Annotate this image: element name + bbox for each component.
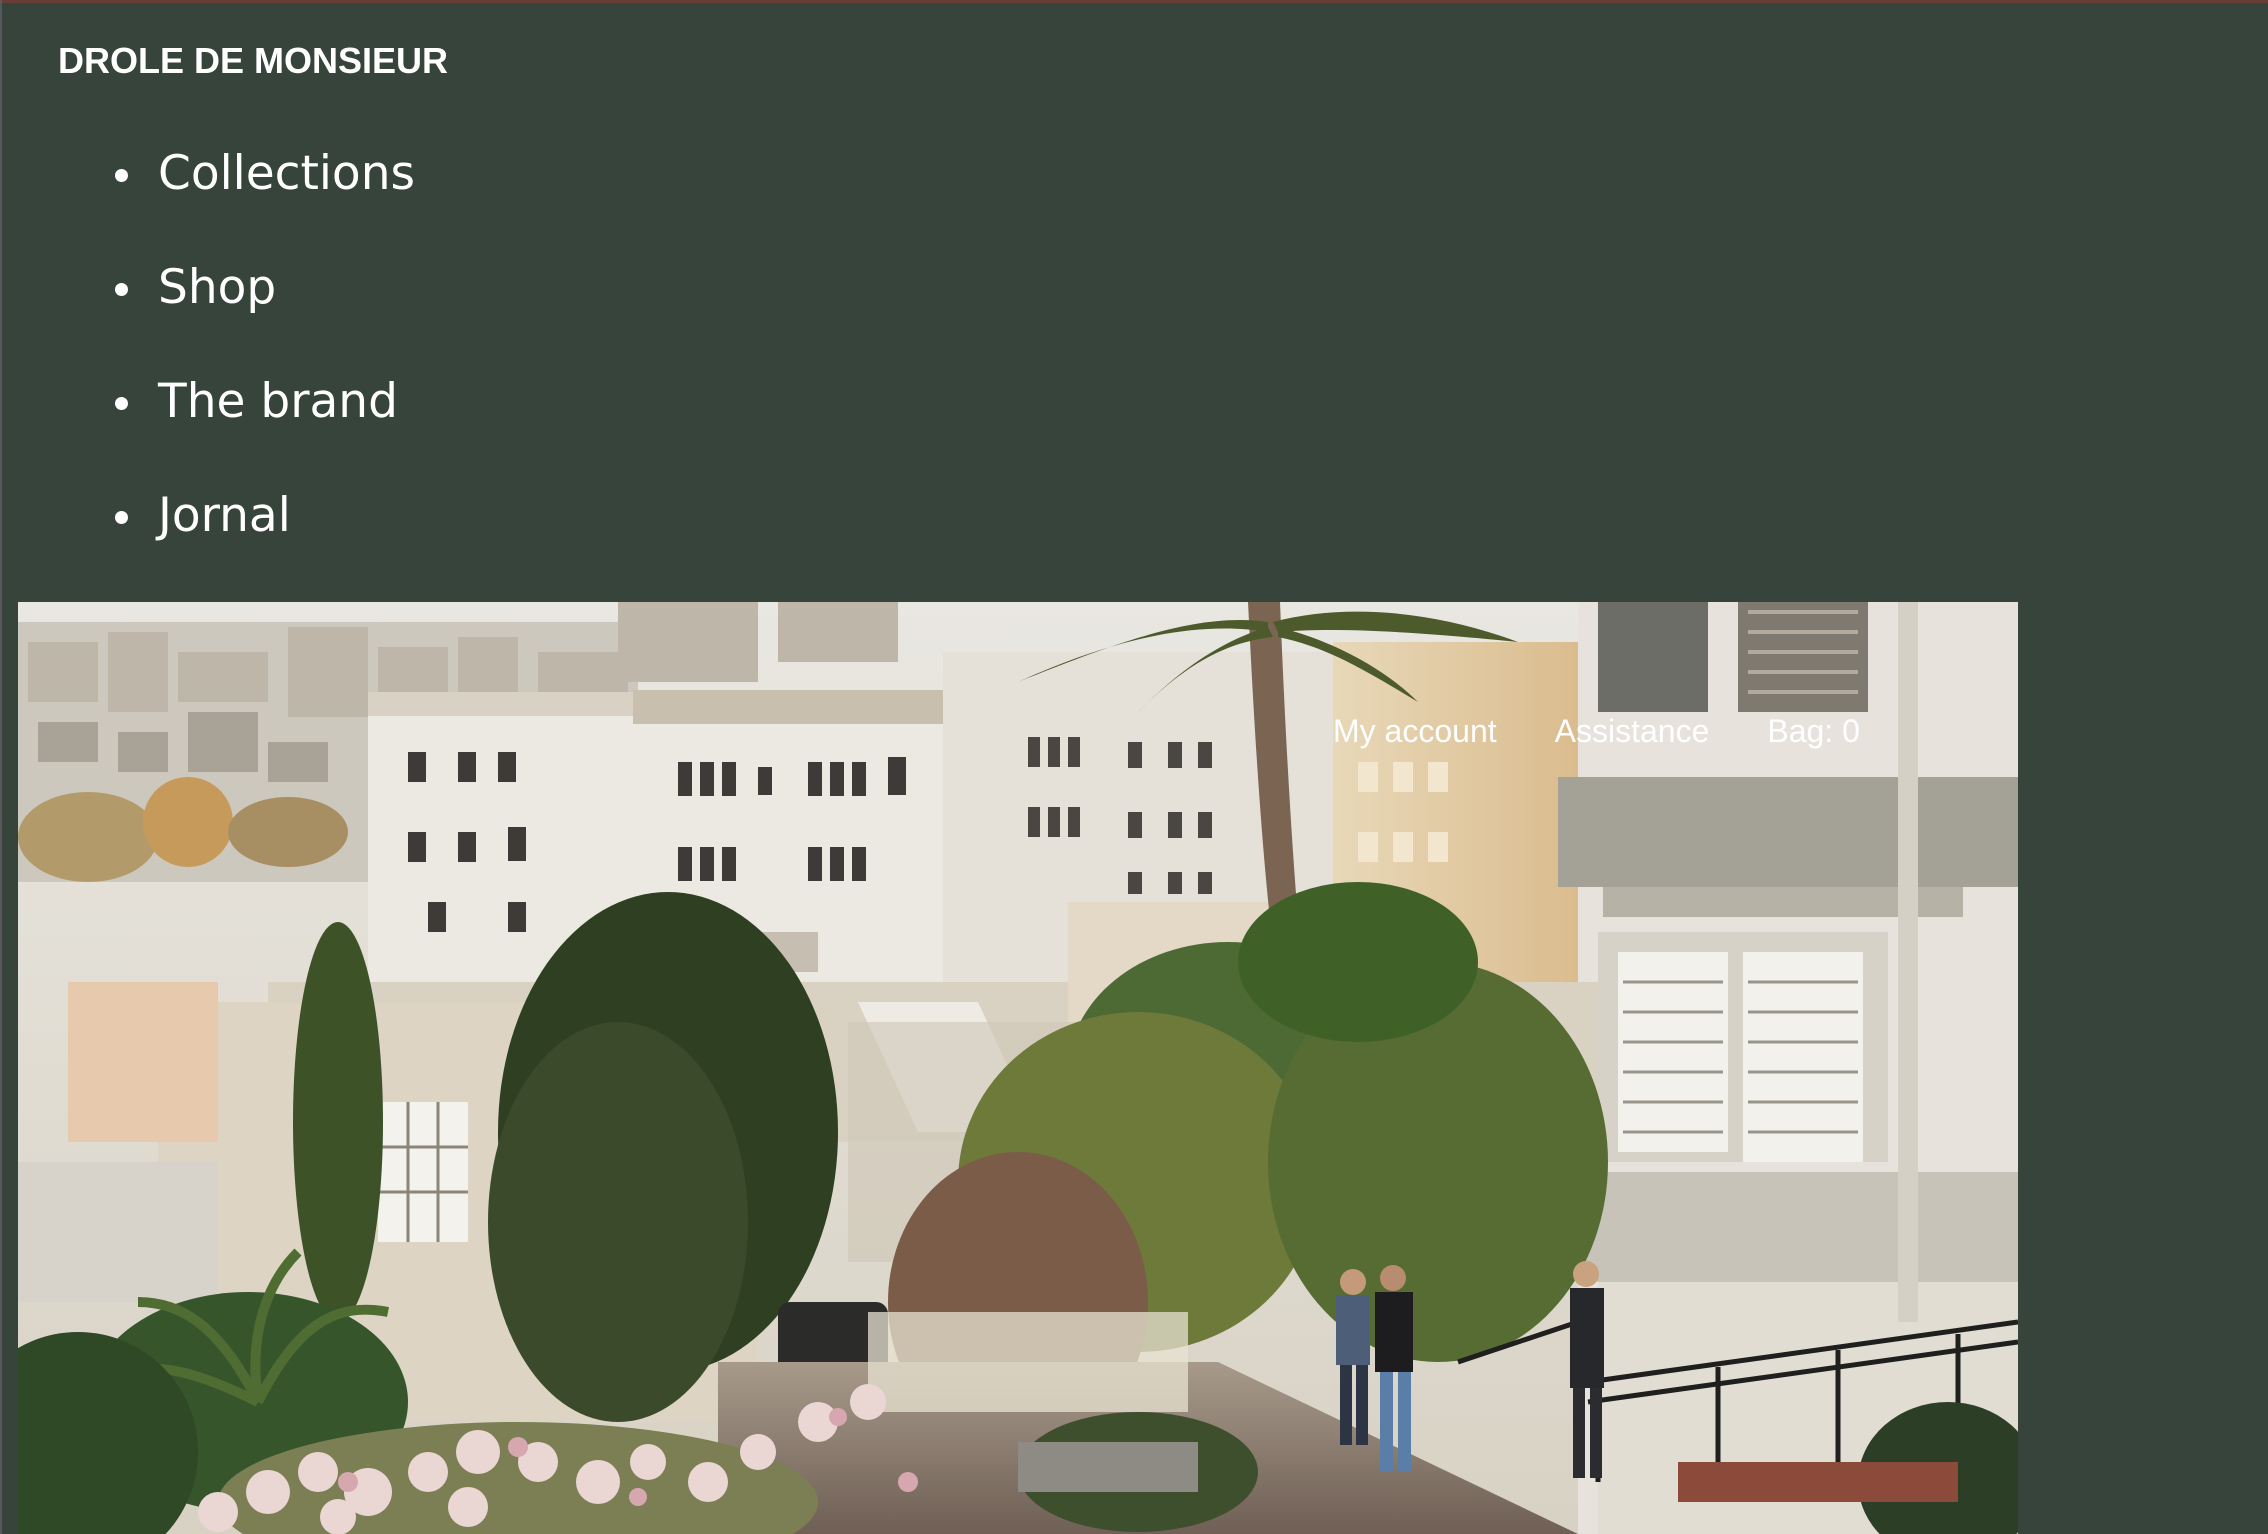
nav-item-label[interactable]: Collections (158, 146, 415, 201)
nav-item-label[interactable]: The brand (158, 374, 398, 429)
nav-item-shop[interactable]: Shop (115, 249, 415, 363)
bag-link[interactable]: Bag: 0 (1767, 713, 1860, 750)
brand-logo[interactable]: DROLE DE MONSIEUR (58, 40, 448, 82)
bullet-icon (115, 283, 128, 296)
nav-item-collections[interactable]: Collections (115, 135, 415, 249)
bullet-icon (115, 511, 128, 524)
bullet-icon (115, 397, 128, 410)
nav-item-jornal[interactable]: Jornal (115, 477, 415, 591)
top-border (0, 0, 2268, 3)
my-account-link[interactable]: My account (1333, 713, 1497, 750)
page: DROLE DE MONSIEUR Collections Shop The b… (0, 0, 2268, 1534)
utility-nav: My account Assistance Bag: 0 (1333, 713, 1860, 750)
main-nav: Collections Shop The brand Jornal (0, 135, 415, 591)
nav-item-label[interactable]: Shop (158, 260, 276, 315)
bullet-icon (115, 169, 128, 182)
nav-item-the-brand[interactable]: The brand (115, 363, 415, 477)
assistance-link[interactable]: Assistance (1555, 713, 1710, 750)
nav-item-label[interactable]: Jornal (158, 488, 291, 543)
